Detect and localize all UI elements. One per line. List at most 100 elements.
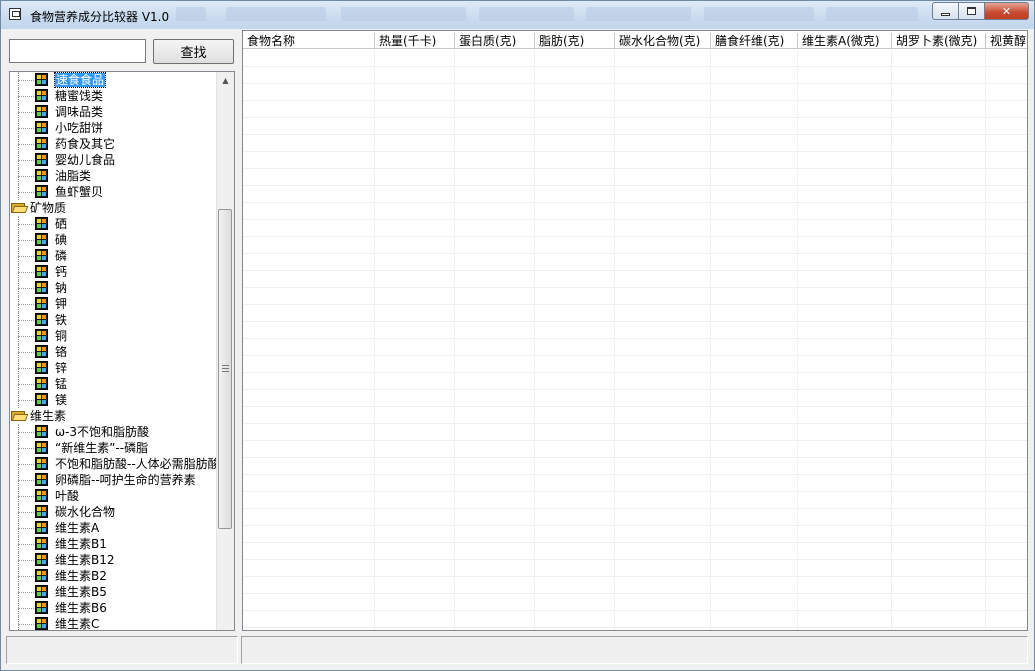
maximize-button[interactable] — [959, 2, 985, 20]
tree-item-label: 不饱和脂肪酸--人体必需脂肪酸 — [55, 457, 220, 471]
leaf-node-icon — [35, 329, 48, 342]
tree-item[interactable]: 糖蜜饯类 — [10, 88, 217, 104]
column-header[interactable]: 维生素A(微克) — [798, 33, 892, 49]
tree-item[interactable]: 维生素B6 — [10, 600, 217, 616]
tree-item-label: 锰 — [55, 377, 68, 391]
tree-item-label: 婴幼儿食品 — [55, 153, 116, 167]
tree-item-label: 速食食品 — [53, 72, 107, 88]
leaf-node-icon — [35, 153, 48, 166]
leaf-node-icon — [35, 585, 48, 598]
tree-item[interactable]: 维生素B1 — [10, 536, 217, 552]
app-icon[interactable] — [9, 8, 21, 20]
column-header[interactable]: 碳水化合物(克) — [615, 33, 711, 49]
tree-item[interactable]: ω-3不饱和脂肪酸 — [10, 424, 217, 440]
blurred-taskbar-area — [226, 7, 326, 21]
tree-item-label: 锌 — [55, 361, 68, 375]
tree-item[interactable]: 钙 — [10, 264, 217, 280]
search-input[interactable] — [9, 39, 146, 63]
tree-item[interactable]: 维生素B12 — [10, 552, 217, 568]
tree-item[interactable]: 卵磷脂--呵护生命的营养素 — [10, 472, 217, 488]
leaf-node-icon — [35, 617, 48, 630]
tree-item-label: 铬 — [55, 345, 68, 359]
tree-item[interactable]: 锰 — [10, 376, 217, 392]
tree-item-label: 维生素B6 — [55, 601, 107, 615]
scroll-up-arrow-icon[interactable]: ▲ — [218, 73, 233, 89]
tree-item[interactable]: 维生素C — [10, 616, 217, 631]
tree-scrollbar[interactable]: ▲ — [216, 72, 234, 630]
status-panel-left — [6, 636, 238, 664]
leaf-node-icon — [35, 601, 48, 614]
category-tree[interactable]: 速食食品 糖蜜饯类 调味品类 小吃甜饼 药食及其它 婴幼儿食品 油脂类 鱼虾蟹贝矿物质硒碘磷钙… — [9, 71, 235, 631]
tree-item[interactable]: 油脂类 — [10, 168, 217, 184]
leaf-node-icon — [35, 361, 48, 374]
tree-item[interactable]: 鱼虾蟹贝 — [10, 184, 217, 200]
tree-item-label: ω-3不饱和脂肪酸 — [55, 425, 150, 439]
tree-item[interactable]: 调味品类 — [10, 104, 217, 120]
tree-item[interactable]: “新维生素”--磷脂 — [10, 440, 217, 456]
grip-icon — [222, 365, 229, 373]
tree-folder[interactable]: 矿物质 — [10, 200, 217, 216]
tree-folder-label: 矿物质 — [30, 201, 67, 215]
tree-item-label: 磷 — [55, 249, 68, 263]
tree-item[interactable]: 锌 — [10, 360, 217, 376]
tree-item[interactable]: 速食食品 — [10, 72, 217, 88]
leaf-node-icon — [35, 233, 48, 246]
tree-item[interactable]: 碘 — [10, 232, 217, 248]
folder-open-icon — [11, 410, 29, 421]
leaf-node-icon — [35, 169, 48, 182]
leaf-node-icon — [35, 425, 48, 438]
title-bar[interactable]: 食物营养成分比较器 V1.0 ✕ — [1, 1, 1034, 29]
leaf-node-icon — [35, 377, 48, 390]
scrollbar-thumb[interactable] — [218, 209, 232, 529]
leaf-node-icon — [35, 393, 48, 406]
blurred-taskbar-area — [176, 7, 206, 21]
tree-item[interactable]: 小吃甜饼 — [10, 120, 217, 136]
tree-folder-label: 维生素 — [30, 409, 67, 423]
tree-item[interactable]: 维生素A — [10, 520, 217, 536]
tree-item[interactable]: 硒 — [10, 216, 217, 232]
tree-item[interactable]: 钠 — [10, 280, 217, 296]
tree-item[interactable]: 不饱和脂肪酸--人体必需脂肪酸 — [10, 456, 220, 472]
leaf-node-icon — [35, 121, 48, 134]
tree-item[interactable]: 铜 — [10, 328, 217, 344]
app-window: 食物营养成分比较器 V1.0 ✕ 查找 速食食品 糖蜜饯类 调味品类 小吃甜饼 药食及其… — [0, 0, 1035, 671]
tree-item-label: 鱼虾蟹贝 — [55, 185, 104, 199]
nutrition-grid[interactable]: 食物名称 热量(千卡) 蛋白质(克) 脂肪(克) 碳水化合物(克) 膳食纤维(克) 维生素A… — [242, 30, 1028, 631]
column-header[interactable]: 膳食纤维(克) — [711, 33, 798, 49]
leaf-node-icon — [35, 281, 48, 294]
column-header[interactable]: 视黄醇 — [986, 33, 1027, 49]
grid-body[interactable] — [243, 50, 1027, 630]
close-button[interactable]: ✕ — [985, 2, 1029, 20]
tree-item[interactable]: 钾 — [10, 296, 217, 312]
tree-item-label: 钙 — [55, 265, 68, 279]
leaf-node-icon — [35, 105, 48, 118]
tree-item[interactable]: 磷 — [10, 248, 217, 264]
tree-item[interactable]: 铬 — [10, 344, 217, 360]
close-icon: ✕ — [1001, 4, 1012, 18]
column-header[interactable]: 胡罗卜素(微克) — [892, 33, 986, 49]
column-header[interactable]: 蛋白质(克) — [455, 33, 535, 49]
blurred-taskbar-area — [479, 7, 574, 21]
tree-item[interactable]: 镁 — [10, 392, 217, 408]
column-header[interactable]: 脂肪(克) — [535, 33, 615, 49]
tree-item-label: 叶酸 — [55, 489, 80, 503]
leaf-node-icon — [35, 489, 48, 502]
tree-item[interactable]: 维生素B5 — [10, 584, 217, 600]
tree-item[interactable]: 婴幼儿食品 — [10, 152, 217, 168]
tree-item[interactable]: 铁 — [10, 312, 217, 328]
leaf-node-icon — [35, 137, 48, 150]
leaf-node-icon — [35, 569, 48, 582]
column-header[interactable]: 热量(千卡) — [375, 33, 455, 49]
tree-item-label: 维生素C — [55, 617, 100, 631]
search-button[interactable]: 查找 — [153, 39, 234, 64]
tree-folder[interactable]: 维生素 — [10, 408, 217, 424]
leaf-node-icon — [35, 441, 48, 454]
tree-item[interactable]: 碳水化合物 — [10, 504, 217, 520]
tree-item[interactable]: 药食及其它 — [10, 136, 217, 152]
tree-item[interactable]: 叶酸 — [10, 488, 217, 504]
tree-item[interactable]: 维生素B2 — [10, 568, 217, 584]
minimize-button[interactable] — [932, 2, 959, 20]
client-area: 查找 速食食品 糖蜜饯类 调味品类 小吃甜饼 药食及其它 婴幼儿食品 油脂类 鱼虾蟹贝矿物质硒… — [6, 30, 1030, 666]
column-header[interactable]: 食物名称 — [243, 33, 375, 49]
leaf-node-icon — [35, 249, 48, 262]
